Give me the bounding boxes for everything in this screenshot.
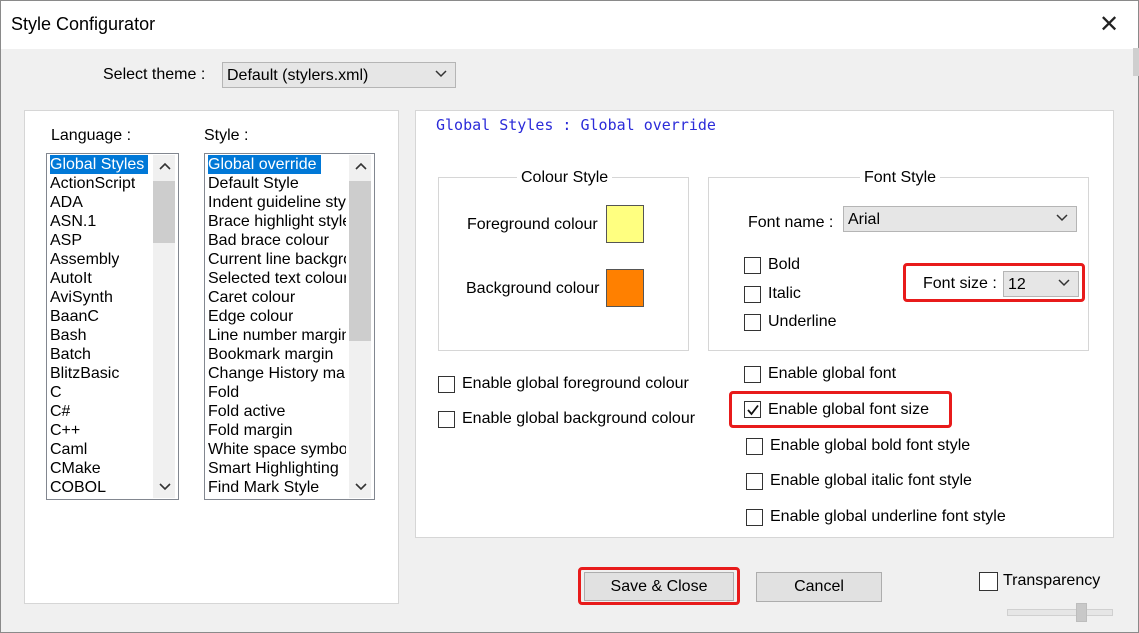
language-item[interactable]: Global Styles — [50, 155, 148, 174]
font-name-label: Font name : — [748, 214, 833, 232]
language-item[interactable]: ADA — [50, 193, 83, 212]
language-scroll-thumb[interactable] — [153, 181, 175, 243]
bold-checkbox[interactable] — [744, 257, 761, 274]
language-item[interactable]: AviSynth — [50, 288, 113, 307]
style-item[interactable]: Default Style — [208, 174, 299, 193]
font-name-value: Arial — [848, 211, 880, 229]
global-background-label: Enable global background colour — [462, 410, 695, 428]
language-item[interactable]: COBOL — [50, 478, 106, 497]
chevron-down-icon — [1058, 279, 1070, 287]
language-item[interactable]: Bash — [50, 326, 86, 345]
chevron-down-icon[interactable] — [355, 482, 367, 492]
colour-style-group — [438, 177, 689, 351]
style-heading: Global Styles : Global override — [436, 116, 716, 134]
language-item[interactable]: CMake — [50, 459, 101, 478]
language-item[interactable]: Caml — [50, 440, 87, 459]
language-item[interactable]: BaanC — [50, 307, 99, 326]
language-item[interactable]: ASN.1 — [50, 212, 96, 231]
style-item[interactable]: Selected text colour — [208, 269, 346, 288]
italic-checkbox[interactable] — [744, 286, 761, 303]
language-item[interactable]: C++ — [50, 421, 80, 440]
language-label: Language : — [51, 127, 131, 145]
global-bold-checkbox[interactable] — [746, 438, 763, 455]
transparency-label: Transparency — [1003, 572, 1100, 590]
style-label: Style : — [204, 127, 248, 145]
style-item[interactable]: Bookmark margin — [208, 345, 333, 364]
underline-label: Underline — [768, 313, 836, 331]
bold-label: Bold — [768, 256, 800, 274]
font-size-label: Font size : — [923, 275, 997, 293]
select-theme-label: Select theme : — [103, 66, 205, 84]
chevron-down-icon — [1056, 214, 1068, 222]
window-title: Style Configurator — [11, 14, 155, 35]
style-item[interactable]: Find Mark Style — [208, 478, 319, 497]
style-item[interactable]: Caret colour — [208, 288, 295, 307]
chevron-down-icon[interactable] — [159, 482, 171, 492]
theme-select[interactable]: Default (stylers.xml) — [222, 62, 456, 88]
language-item[interactable]: Assembly — [50, 250, 119, 269]
global-background-checkbox[interactable] — [438, 411, 455, 428]
language-item[interactable]: ASP — [50, 231, 82, 250]
global-underline-label: Enable global underline font style — [770, 508, 1006, 526]
font-style-title: Font Style — [860, 169, 940, 187]
global-foreground-label: Enable global foreground colour — [462, 375, 689, 393]
underline-checkbox[interactable] — [744, 314, 761, 331]
checkmark-icon — [746, 403, 760, 417]
language-item[interactable]: ActionScript — [50, 174, 135, 193]
style-item[interactable]: Fold active — [208, 402, 285, 421]
style-item[interactable]: Smart Highlighting — [208, 459, 339, 478]
style-scrollbar[interactable] — [349, 155, 371, 498]
title-bar — [1, 1, 1138, 49]
global-font-size-label: Enable global font size — [768, 401, 929, 419]
style-item[interactable]: Fold margin — [208, 421, 292, 440]
transparency-slider-thumb[interactable] — [1076, 603, 1087, 622]
style-item[interactable]: Change History mar — [208, 364, 346, 383]
style-item[interactable]: White space symbol — [208, 440, 346, 459]
font-size-value: 12 — [1008, 276, 1026, 294]
background-colour-label: Background colour — [466, 280, 599, 298]
global-font-size-checkbox[interactable] — [744, 401, 761, 418]
transparency-slider-track[interactable] — [1007, 609, 1113, 616]
close-icon[interactable]: ✕ — [1098, 14, 1120, 36]
style-item[interactable]: Line number margin — [208, 326, 346, 345]
style-item[interactable]: Global override — [208, 155, 321, 174]
language-list[interactable]: Global StylesActionScriptADAASN.1ASPAsse… — [46, 153, 179, 500]
global-font-label: Enable global font — [768, 365, 896, 383]
foreground-colour-swatch[interactable] — [606, 205, 644, 243]
cancel-button[interactable]: Cancel — [756, 572, 882, 602]
foreground-colour-label: Foreground colour — [467, 216, 598, 234]
language-item[interactable]: C — [50, 383, 62, 402]
transparency-checkbox[interactable] — [979, 572, 998, 591]
theme-select-value: Default (stylers.xml) — [227, 67, 368, 85]
global-italic-label: Enable global italic font style — [770, 472, 972, 490]
style-item[interactable]: Indent guideline sty — [208, 193, 346, 212]
style-item[interactable]: Current line backgro — [208, 250, 346, 269]
language-item[interactable]: Batch — [50, 345, 91, 364]
colour-style-title: Colour Style — [517, 169, 612, 187]
window-edge — [1133, 48, 1139, 76]
chevron-up-icon[interactable] — [159, 161, 171, 171]
language-item[interactable]: C# — [50, 402, 70, 421]
style-item[interactable]: Fold — [208, 383, 239, 402]
global-foreground-checkbox[interactable] — [438, 376, 455, 393]
language-item[interactable]: AutoIt — [50, 269, 92, 288]
style-scroll-thumb[interactable] — [349, 181, 371, 341]
font-size-select[interactable]: 12 — [1003, 271, 1079, 297]
global-italic-checkbox[interactable] — [746, 473, 763, 490]
language-scrollbar[interactable] — [153, 155, 175, 498]
chevron-up-icon[interactable] — [355, 161, 367, 171]
background-colour-swatch[interactable] — [606, 269, 644, 307]
font-name-select[interactable]: Arial — [843, 206, 1077, 232]
language-item[interactable]: BlitzBasic — [50, 364, 119, 383]
save-close-button[interactable]: Save & Close — [584, 572, 734, 601]
chevron-down-icon — [435, 70, 447, 78]
global-bold-label: Enable global bold font style — [770, 437, 970, 455]
italic-label: Italic — [768, 285, 801, 303]
style-item[interactable]: Edge colour — [208, 307, 293, 326]
global-underline-checkbox[interactable] — [746, 509, 763, 526]
style-item[interactable]: Brace highlight style — [208, 212, 346, 231]
style-list[interactable]: Global overrideDefault StyleIndent guide… — [204, 153, 375, 500]
global-font-checkbox[interactable] — [744, 366, 761, 383]
style-item[interactable]: Bad brace colour — [208, 231, 329, 250]
